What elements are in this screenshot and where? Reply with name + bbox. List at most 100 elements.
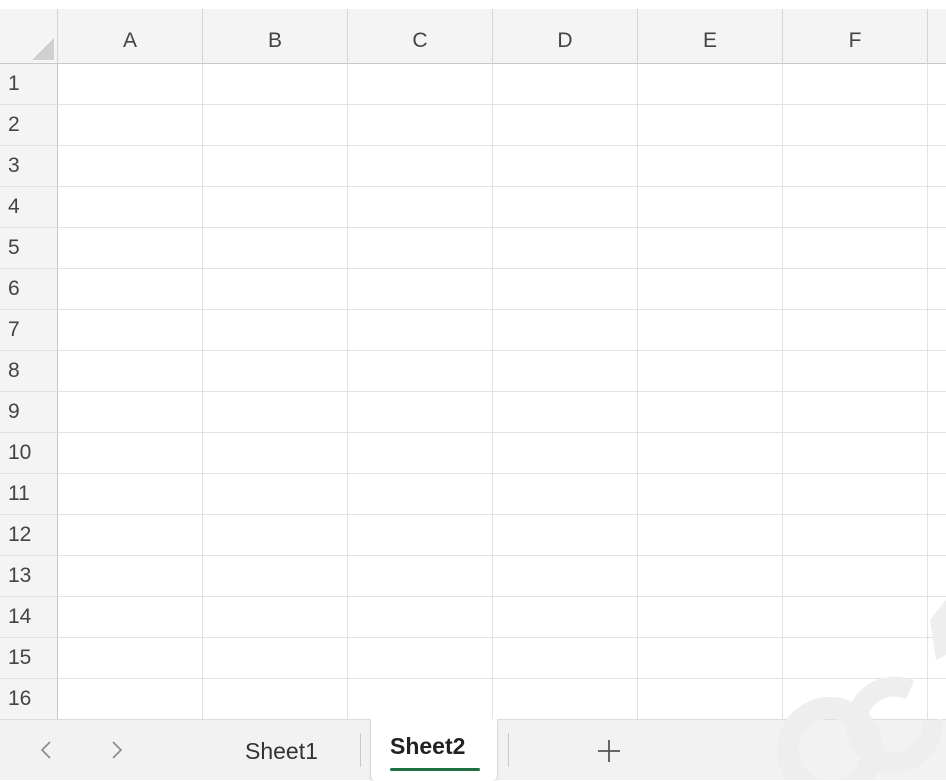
cell-c7[interactable] [348, 310, 493, 351]
cell-e16[interactable] [638, 679, 783, 720]
cell-c10[interactable] [348, 433, 493, 474]
cell-a15[interactable] [58, 638, 203, 679]
cell-a4[interactable] [58, 187, 203, 228]
cell-e14[interactable] [638, 597, 783, 638]
cell-partial[interactable] [928, 556, 946, 597]
column-header-c[interactable]: C [348, 9, 493, 64]
cell-f10[interactable] [783, 433, 928, 474]
cell-d8[interactable] [493, 351, 638, 392]
cell-f13[interactable] [783, 556, 928, 597]
column-header-a[interactable]: A [58, 9, 203, 64]
cell-partial[interactable] [928, 679, 946, 720]
cell-f1[interactable] [783, 64, 928, 105]
cell-e13[interactable] [638, 556, 783, 597]
row-header-1[interactable]: 1 [0, 64, 58, 105]
row-header-2[interactable]: 2 [0, 105, 58, 146]
row-header-5[interactable]: 5 [0, 228, 58, 269]
cell-e1[interactable] [638, 64, 783, 105]
cell-partial[interactable] [928, 228, 946, 269]
cell-b5[interactable] [203, 228, 348, 269]
row-header-12[interactable]: 12 [0, 515, 58, 556]
cell-a7[interactable] [58, 310, 203, 351]
cell-d9[interactable] [493, 392, 638, 433]
cell-a5[interactable] [58, 228, 203, 269]
cell-partial[interactable] [928, 597, 946, 638]
cell-b2[interactable] [203, 105, 348, 146]
cell-partial[interactable] [928, 351, 946, 392]
cell-d6[interactable] [493, 269, 638, 310]
cell-f8[interactable] [783, 351, 928, 392]
cell-e7[interactable] [638, 310, 783, 351]
cell-d13[interactable] [493, 556, 638, 597]
cell-e6[interactable] [638, 269, 783, 310]
cell-a8[interactable] [58, 351, 203, 392]
cell-b14[interactable] [203, 597, 348, 638]
column-header-f[interactable]: F [783, 9, 928, 64]
cell-f4[interactable] [783, 187, 928, 228]
cell-c15[interactable] [348, 638, 493, 679]
cell-f14[interactable] [783, 597, 928, 638]
cell-e10[interactable] [638, 433, 783, 474]
cell-b8[interactable] [203, 351, 348, 392]
cell-d16[interactable] [493, 679, 638, 720]
cell-d5[interactable] [493, 228, 638, 269]
row-header-4[interactable]: 4 [0, 187, 58, 228]
cell-partial[interactable] [928, 105, 946, 146]
cell-d3[interactable] [493, 146, 638, 187]
cell-f7[interactable] [783, 310, 928, 351]
cell-e11[interactable] [638, 474, 783, 515]
cell-d7[interactable] [493, 310, 638, 351]
cell-partial[interactable] [928, 269, 946, 310]
row-header-15[interactable]: 15 [0, 638, 58, 679]
cell-c13[interactable] [348, 556, 493, 597]
cell-b9[interactable] [203, 392, 348, 433]
cell-c9[interactable] [348, 392, 493, 433]
row-header-16[interactable]: 16 [0, 679, 58, 720]
row-header-13[interactable]: 13 [0, 556, 58, 597]
cell-c3[interactable] [348, 146, 493, 187]
cell-b12[interactable] [203, 515, 348, 556]
sheet-tab-sheet2[interactable]: Sheet2 [370, 719, 498, 781]
cell-c1[interactable] [348, 64, 493, 105]
cell-b7[interactable] [203, 310, 348, 351]
column-header-d[interactable]: D [493, 9, 638, 64]
cell-partial[interactable] [928, 310, 946, 351]
cell-d10[interactable] [493, 433, 638, 474]
cell-f9[interactable] [783, 392, 928, 433]
cell-f12[interactable] [783, 515, 928, 556]
row-header-3[interactable]: 3 [0, 146, 58, 187]
row-header-8[interactable]: 8 [0, 351, 58, 392]
cell-a2[interactable] [58, 105, 203, 146]
next-sheet-button[interactable] [103, 736, 131, 764]
cell-a11[interactable] [58, 474, 203, 515]
cell-b4[interactable] [203, 187, 348, 228]
cell-b15[interactable] [203, 638, 348, 679]
cell-c4[interactable] [348, 187, 493, 228]
cell-c14[interactable] [348, 597, 493, 638]
cell-e8[interactable] [638, 351, 783, 392]
cell-d4[interactable] [493, 187, 638, 228]
cell-d14[interactable] [493, 597, 638, 638]
column-header-g-partial[interactable] [928, 9, 946, 64]
cell-e3[interactable] [638, 146, 783, 187]
cell-b6[interactable] [203, 269, 348, 310]
column-header-e[interactable]: E [638, 9, 783, 64]
cell-d11[interactable] [493, 474, 638, 515]
sheet-tab-sheet1[interactable]: Sheet1 [245, 738, 318, 765]
cell-e15[interactable] [638, 638, 783, 679]
cell-c6[interactable] [348, 269, 493, 310]
cell-b1[interactable] [203, 64, 348, 105]
cell-c8[interactable] [348, 351, 493, 392]
cell-b16[interactable] [203, 679, 348, 720]
cell-a10[interactable] [58, 433, 203, 474]
cell-partial[interactable] [928, 64, 946, 105]
cell-partial[interactable] [928, 392, 946, 433]
cell-f16[interactable] [783, 679, 928, 720]
cell-e5[interactable] [638, 228, 783, 269]
cell-partial[interactable] [928, 433, 946, 474]
cell-d12[interactable] [493, 515, 638, 556]
cell-b13[interactable] [203, 556, 348, 597]
cell-c11[interactable] [348, 474, 493, 515]
cell-f2[interactable] [783, 105, 928, 146]
cell-b11[interactable] [203, 474, 348, 515]
